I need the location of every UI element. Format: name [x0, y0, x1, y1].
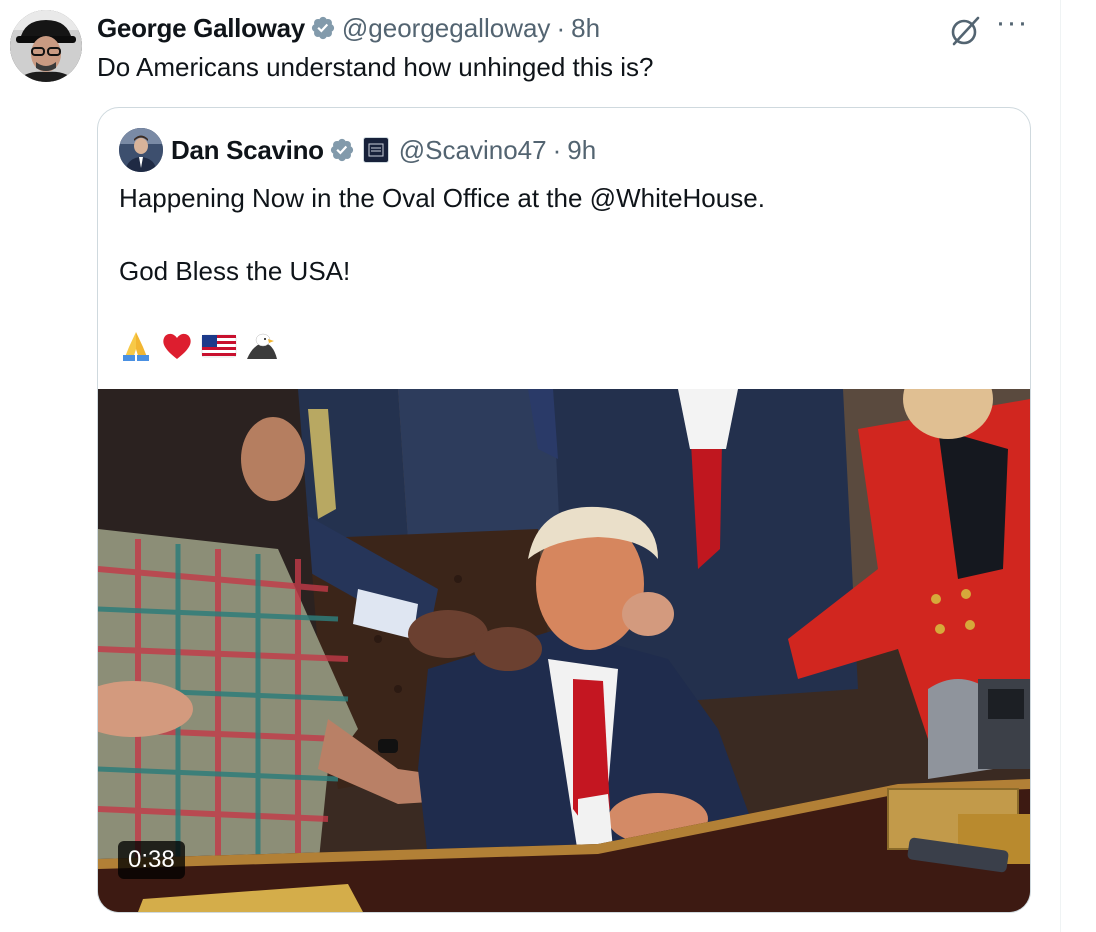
quoted-author-avatar-image: [119, 128, 163, 172]
affiliate-badge-icon[interactable]: [362, 137, 389, 163]
quoted-post-header: Dan Scavino @Scavino47 · 9h: [119, 128, 596, 172]
folded-hands-emoji: [123, 332, 149, 362]
author-avatar[interactable]: [10, 10, 82, 82]
red-heart-emoji: [163, 333, 191, 360]
post-time[interactable]: 8h: [571, 13, 600, 44]
more-options-icon[interactable]: ···: [995, 8, 1029, 43]
quoted-verified-badge-icon[interactable]: [329, 137, 355, 163]
author-handle[interactable]: @georgegalloway: [342, 13, 551, 44]
us-flag-emoji: [202, 334, 237, 358]
grok-icon[interactable]: [948, 14, 982, 48]
quoted-post-time[interactable]: 9h: [567, 135, 596, 166]
separator-dot: ·: [556, 12, 566, 43]
quoted-author-name[interactable]: Dan Scavino: [171, 135, 324, 166]
post: George Galloway @georgegalloway · 8h ···…: [0, 0, 1060, 932]
video-thumbnail: [98, 389, 1030, 912]
video-player[interactable]: 0:38: [98, 389, 1030, 912]
quoted-post-card[interactable]: Dan Scavino @Scavino47 · 9h Happening No…: [97, 107, 1031, 913]
eagle-emoji: [246, 333, 277, 360]
verified-badge-icon[interactable]: [310, 15, 336, 41]
post-header: George Galloway @georgegalloway · 8h: [97, 10, 600, 46]
quoted-author-handle[interactable]: @Scavino47: [399, 135, 547, 166]
video-duration-badge: 0:38: [118, 841, 185, 879]
quoted-separator-dot: ·: [552, 134, 562, 165]
author-avatar-image: [10, 10, 82, 82]
emoji-row: [119, 326, 279, 363]
post-text: Do Americans understand how unhinged thi…: [97, 52, 654, 82]
quoted-author-avatar[interactable]: [119, 128, 163, 172]
quoted-text-line: God Bless the USA!: [119, 256, 351, 286]
column-divider: [1060, 0, 1061, 932]
author-name[interactable]: George Galloway: [97, 13, 305, 44]
quoted-text-line: Happening Now in the Oval Office at the …: [119, 183, 765, 213]
